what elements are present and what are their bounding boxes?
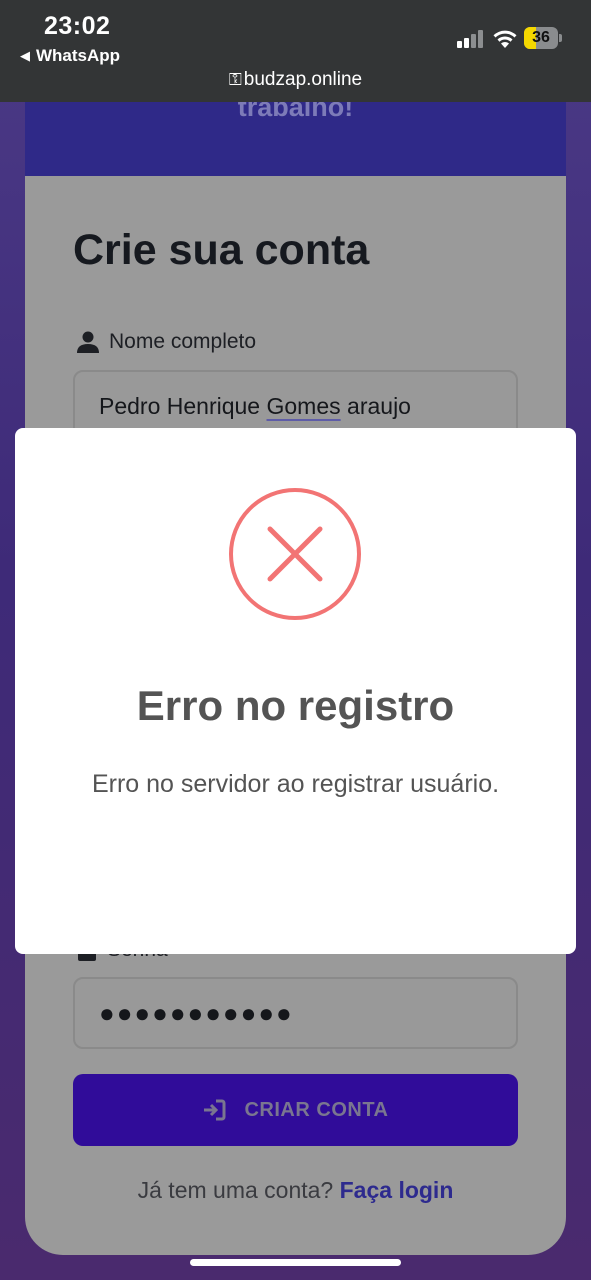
dialog-title: Erro no registro bbox=[136, 682, 455, 729]
back-arrow-icon: ◀ bbox=[20, 48, 30, 63]
battery-icon: 36 bbox=[524, 27, 562, 49]
wifi-icon bbox=[493, 30, 517, 48]
address-bar[interactable]: ⚿ budzap.online bbox=[0, 69, 591, 91]
error-dialog: Erro no registro Erro no servidor ao reg… bbox=[15, 428, 576, 954]
key-icon: ⚿ bbox=[228, 70, 242, 89]
status-time: 23:02 bbox=[44, 12, 111, 40]
login-prompt: Já tem uma conta? Faça login bbox=[25, 1177, 566, 1204]
error-x-icon bbox=[229, 488, 361, 620]
battery-level: 36 bbox=[532, 29, 550, 46]
back-to-app-button[interactable]: ◀ WhatsApp bbox=[20, 46, 120, 66]
cellular-signal-icon bbox=[457, 30, 485, 48]
login-prompt-text: Já tem uma conta? bbox=[137, 1177, 334, 1203]
name-field-label: Nome completo bbox=[77, 330, 256, 354]
name-value-part3: araujo bbox=[340, 393, 411, 419]
card-header: trabalho! bbox=[25, 102, 566, 176]
url-text: budzap.online bbox=[243, 69, 363, 90]
name-value-part2: Gomes bbox=[266, 393, 341, 419]
login-link[interactable]: Faça login bbox=[340, 1177, 454, 1203]
back-app-label: WhatsApp bbox=[36, 46, 121, 65]
header-text: trabalho! bbox=[237, 102, 354, 122]
page-title: Crie sua conta bbox=[73, 226, 370, 274]
create-account-label: CRIAR CONTA bbox=[244, 1098, 389, 1121]
home-indicator[interactable] bbox=[190, 1259, 401, 1266]
user-icon bbox=[77, 331, 99, 353]
login-icon bbox=[204, 1099, 226, 1121]
password-input[interactable]: ●●●●●●●●●●● bbox=[73, 977, 518, 1049]
create-account-button[interactable]: CRIAR CONTA bbox=[73, 1074, 518, 1146]
status-bar: 23:02 ◀ WhatsApp 36 ⚿ budzap.online bbox=[0, 0, 591, 102]
dialog-message: Erro no servidor ao registrar usuário. bbox=[91, 770, 500, 798]
name-label-text: Nome completo bbox=[109, 330, 257, 353]
name-value-part1: Pedro Henrique bbox=[99, 393, 267, 419]
